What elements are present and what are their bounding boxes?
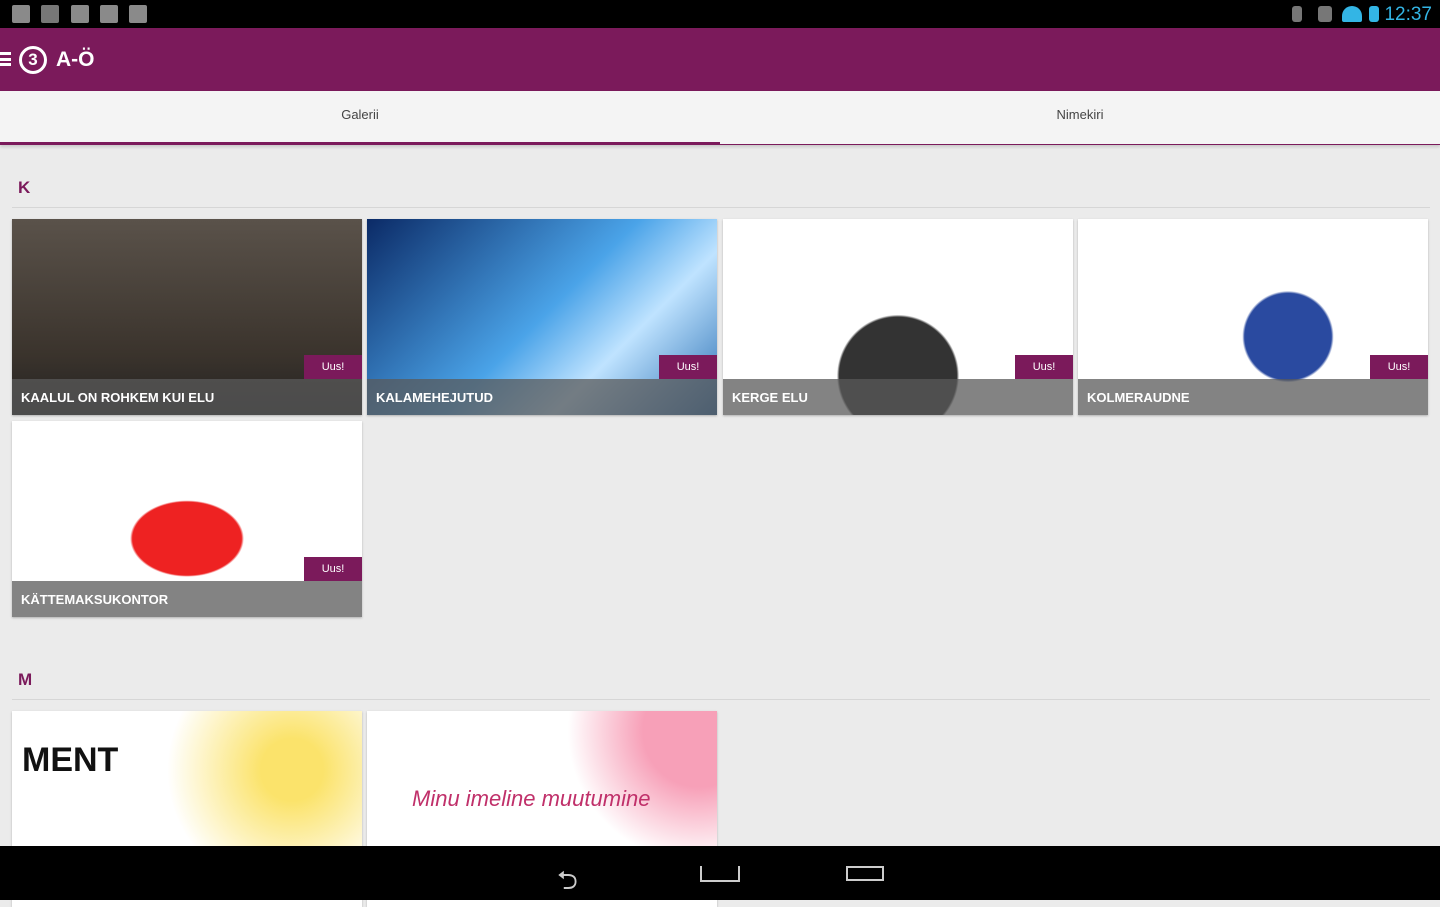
- new-badge: Uus!: [304, 355, 362, 379]
- show-title: MENT: [22, 741, 119, 779]
- recents-icon[interactable]: [846, 866, 884, 881]
- show-title: KOLMERAUDNE: [1078, 379, 1428, 415]
- status-bar: 12:37: [0, 0, 1440, 28]
- show-title: KAALUL ON ROHKEM KUI ELU: [12, 379, 362, 415]
- show-title: KERGE ELU: [723, 379, 1073, 415]
- play-store-icon: [129, 5, 147, 23]
- new-badge: Uus!: [1015, 355, 1073, 379]
- page-title: A-Ö: [56, 48, 95, 71]
- new-badge: Uus!: [1370, 355, 1428, 379]
- battery-icon: [1369, 6, 1379, 22]
- channel-logo[interactable]: 3: [19, 46, 47, 74]
- show-title: Minu imeline muutumine: [412, 786, 651, 811]
- app-bar: 3 A-Ö: [0, 28, 1440, 91]
- tab-bar: Galerii Nimekiri: [0, 91, 1440, 145]
- tab-nimekiri[interactable]: Nimekiri: [720, 91, 1440, 145]
- play-store-icon: [71, 5, 89, 23]
- show-card[interactable]: Uus! KÄTTEMAKSUKONTOR: [12, 421, 362, 617]
- clock: 12:37: [1384, 4, 1432, 25]
- show-title: KÄTTEMAKSUKONTOR: [12, 581, 362, 617]
- play-store-icon: [100, 5, 118, 23]
- menu-icon[interactable]: [0, 52, 11, 66]
- show-card[interactable]: Uus! KALAMEHEJUTUD: [367, 219, 717, 415]
- section-header-m: M: [18, 670, 33, 689]
- wifi-icon: [1342, 6, 1362, 22]
- bluetooth-icon: [1292, 6, 1302, 22]
- home-icon[interactable]: [700, 866, 740, 882]
- divider: [12, 207, 1430, 208]
- navigation-bar: ⮌: [0, 846, 1440, 900]
- show-card[interactable]: Uus! KAALUL ON ROHKEM KUI ELU: [12, 219, 362, 415]
- section-header-k: K: [18, 178, 31, 197]
- dropbox-icon: [41, 5, 59, 23]
- divider: [12, 699, 1430, 700]
- new-badge: Uus!: [304, 557, 362, 581]
- tab-galerii[interactable]: Galerii: [0, 91, 720, 145]
- show-card[interactable]: Uus! KERGE ELU: [723, 219, 1073, 415]
- mute-icon: [1318, 6, 1332, 22]
- back-icon[interactable]: ⮌: [557, 862, 578, 906]
- gallery-icon: [12, 5, 30, 23]
- new-badge: Uus!: [659, 355, 717, 379]
- show-card[interactable]: Uus! KOLMERAUDNE: [1078, 219, 1428, 415]
- show-title: KALAMEHEJUTUD: [367, 379, 717, 415]
